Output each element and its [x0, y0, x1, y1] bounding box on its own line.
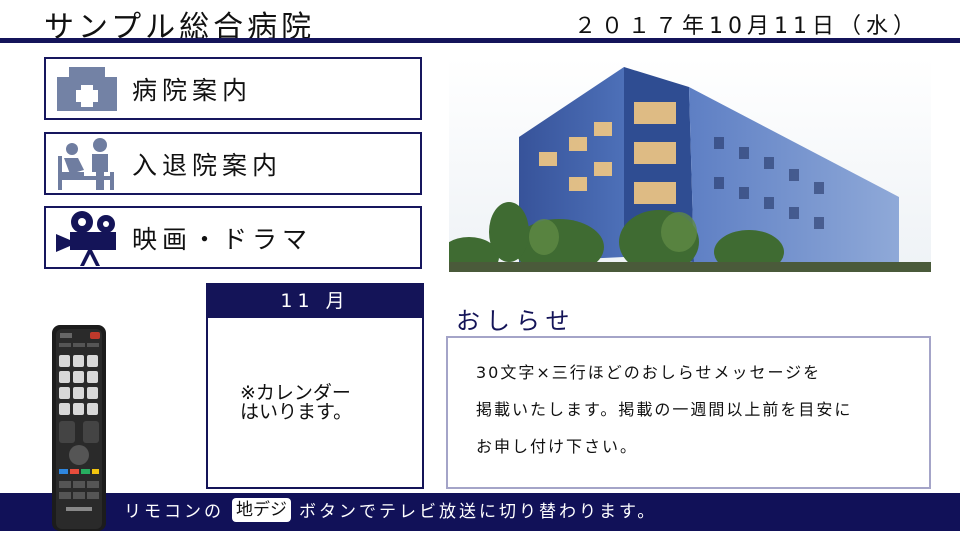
menu-label: 入退院案内 [132, 150, 283, 180]
date-display: ２０１７年10月11日（水） [574, 14, 920, 39]
calendar-panel: ※カレンダー はいります。 [206, 316, 424, 489]
admission-guide-button[interactable]: 入退院案内 [44, 132, 422, 195]
calendar-placeholder: ※カレンダー はいります。 [240, 381, 353, 423]
menu-label: 映画・ドラマ [132, 224, 313, 254]
header-divider [0, 38, 960, 43]
notice-line: 30文字×三行ほどのおしらせメッセージを [476, 363, 822, 382]
menu-label: 病院案内 [132, 75, 253, 105]
notice-line: 掲載いたします。掲載の一週間以上前を目安に [476, 400, 853, 419]
terrestrial-digital-button-label: 地デジ [232, 497, 291, 522]
notice-panel: 30文字×三行ほどのおしらせメッセージを 掲載いたします。掲載の一週間以上前を目… [446, 336, 931, 489]
notice-title: おしらせ [456, 307, 576, 335]
hospital-icon [50, 61, 124, 117]
patient-bed-icon [50, 136, 124, 192]
notice-line: お申し付け下さい。 [476, 437, 639, 456]
footer-message: リモコンの 地デジ ボタンでテレビ放送に切り替わります。 [124, 497, 657, 522]
footer-prefix: リモコンの [124, 502, 224, 522]
hospital-building-photo [449, 57, 931, 272]
movie-drama-button[interactable]: 映画・ドラマ [44, 206, 422, 269]
movie-camera-icon [50, 210, 124, 266]
remote-control-image [50, 325, 108, 531]
hospital-info-button[interactable]: 病院案内 [44, 57, 422, 120]
calendar-month-header: 11 月 [206, 283, 424, 316]
footer-suffix: ボタンでテレビ放送に切り替わります。 [299, 502, 658, 522]
